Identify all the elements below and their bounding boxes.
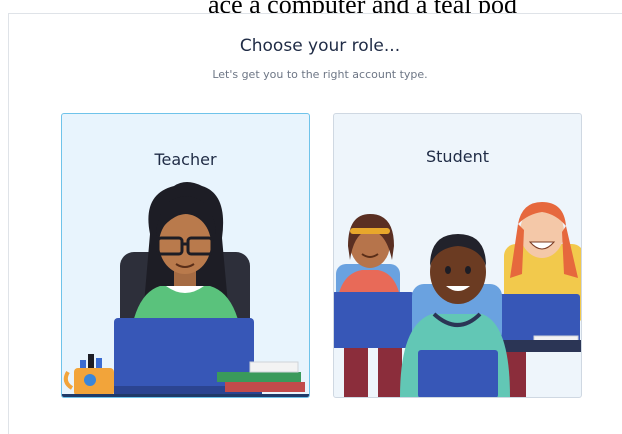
cropped-caption-text: ace a computer and a teal pod [208,0,517,13]
page-title: Choose your role... [239,36,401,56]
selected-indicator-bar [62,394,309,397]
students-illustration-icon [334,202,581,397]
page-subtitle: Let's get you to the right account type. [212,68,428,81]
role-card-teacher[interactable]: Teacher [61,113,310,398]
cropped-caption-strip: ace a computer and a teal pod [0,0,622,13]
role-card-student[interactable]: Student [333,113,582,398]
teacher-illustration-icon [63,182,305,396]
